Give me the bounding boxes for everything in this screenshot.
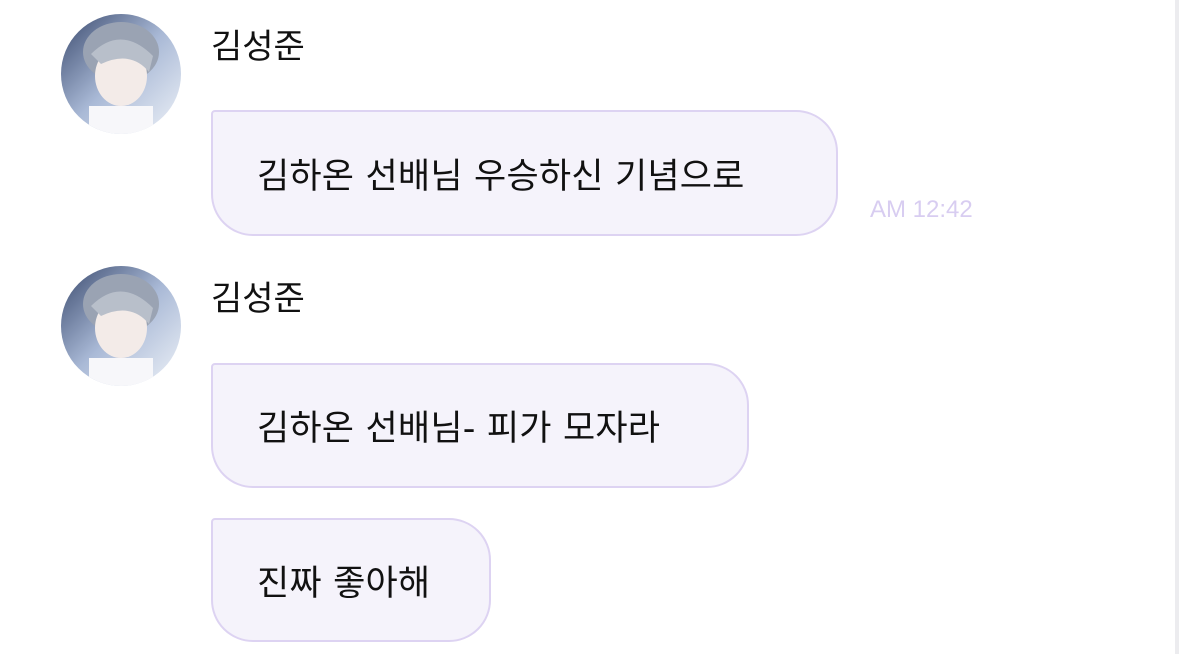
sender-name: 김성준 [211,27,305,67]
message-text: 김하온 선배님 우승하신 기념으로 [257,156,745,197]
message-bubble[interactable]: 김하온 선배님- 피가 모자라 [211,363,749,488]
sender-name: 김성준 [211,279,305,319]
avatar[interactable] [61,14,181,134]
message-text: 김하온 선배님- 피가 모자라 [257,409,661,449]
message-timestamp: AM 12:42 [870,196,973,223]
avatar[interactable] [61,266,181,386]
message-text: 진짜 좋아해 [257,563,431,604]
message-bubble[interactable]: 김하온 선배님 우승하신 기념으로 [211,110,838,236]
message-bubble[interactable]: 진짜 좋아해 [211,518,491,642]
scroll-edge [1175,0,1179,654]
